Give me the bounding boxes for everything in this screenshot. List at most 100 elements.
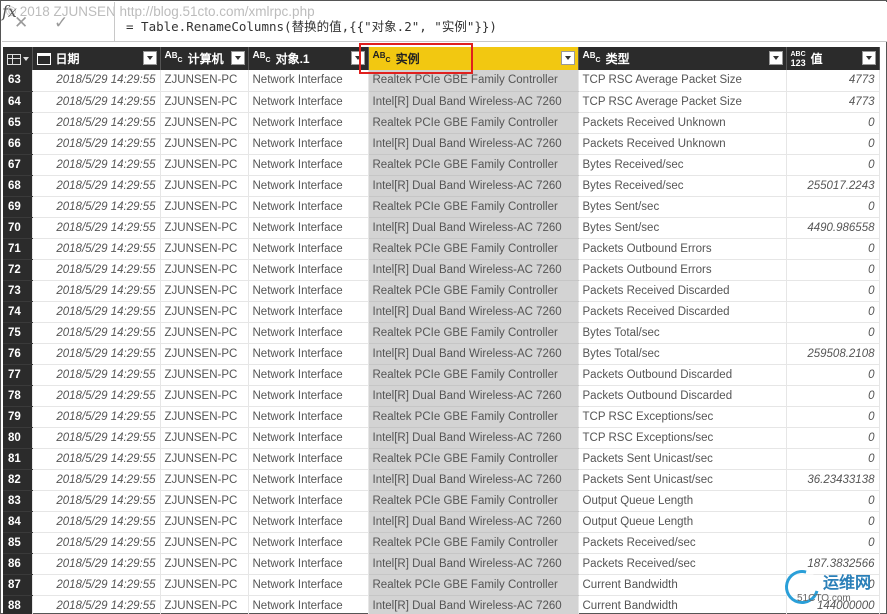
table-row[interactable]: 86 2018/5/29 14:29:55 ZJUNSEN-PC Network In… — [3, 553, 880, 575]
calendar-clock-icon[interactable] — [36, 52, 51, 65]
cell-obj[interactable]: Network Interface — [248, 133, 369, 155]
cell-pc[interactable]: ZJUNSEN-PC — [160, 553, 249, 575]
table-row[interactable]: 73 2018/5/29 14:29:55 ZJUNSEN-PC Network In… — [3, 280, 880, 302]
cell-date[interactable]: 2018/5/29 14:29:55 — [32, 427, 161, 449]
cell-val[interactable]: 0 — [786, 238, 880, 260]
table-row[interactable]: 69 2018/5/29 14:29:55 ZJUNSEN-PC Network In… — [3, 196, 880, 218]
cell-val[interactable]: 4490.986558 — [786, 217, 880, 239]
cell-inst[interactable]: Intel[R] Dual Band Wireless-AC 7260 — [368, 301, 579, 323]
cell-date[interactable]: 2018/5/29 14:29:55 — [32, 343, 161, 365]
cell-date[interactable]: 2018/5/29 14:29:55 — [32, 154, 161, 176]
cell-type[interactable]: Output Queue Length — [578, 490, 787, 512]
row-number[interactable]: 81 — [3, 448, 33, 470]
cell-type[interactable]: Bytes Sent/sec — [578, 217, 787, 239]
row-number[interactable]: 73 — [3, 280, 33, 302]
row-number[interactable]: 76 — [3, 343, 33, 365]
cell-date[interactable]: 2018/5/29 14:29:55 — [32, 70, 161, 92]
row-number[interactable]: 82 — [3, 469, 33, 491]
row-number[interactable]: 68 — [3, 175, 33, 197]
table-row[interactable]: 63 2018/5/29 14:29:55 ZJUNSEN-PC Network In… — [3, 70, 880, 92]
cell-type[interactable]: TCP RSC Average Packet Size — [578, 70, 787, 92]
cell-type[interactable]: Packets Outbound Discarded — [578, 385, 787, 407]
cell-val[interactable]: 4773 — [786, 91, 880, 113]
cell-obj[interactable]: Network Interface — [248, 553, 369, 575]
row-number[interactable]: 67 — [3, 154, 33, 176]
cell-obj[interactable]: Network Interface — [248, 259, 369, 281]
cell-val[interactable]: 0 — [786, 406, 880, 428]
cell-pc[interactable]: ZJUNSEN-PC — [160, 196, 249, 218]
cell-type[interactable]: Bytes Total/sec — [578, 322, 787, 344]
cell-inst[interactable]: Intel[R] Dual Band Wireless-AC 7260 — [368, 427, 579, 449]
cell-obj[interactable]: Network Interface — [248, 448, 369, 470]
cell-inst[interactable]: Intel[R] Dual Band Wireless-AC 7260 — [368, 217, 579, 239]
row-number[interactable]: 66 — [3, 133, 33, 155]
cell-pc[interactable]: ZJUNSEN-PC — [160, 259, 249, 281]
filter-dropdown-icon[interactable] — [768, 51, 783, 65]
table-row[interactable]: 80 2018/5/29 14:29:55 ZJUNSEN-PC Network In… — [3, 427, 880, 449]
cell-inst[interactable]: Intel[R] Dual Band Wireless-AC 7260 — [368, 133, 579, 155]
cell-type[interactable]: Packets Received Discarded — [578, 301, 787, 323]
cell-date[interactable]: 2018/5/29 14:29:55 — [32, 364, 161, 386]
column-header-1[interactable]: 日期 — [32, 47, 161, 70]
column-header-4[interactable]: ABC 实例 — [368, 47, 579, 70]
cell-date[interactable]: 2018/5/29 14:29:55 — [32, 490, 161, 512]
row-number[interactable]: 63 — [3, 70, 33, 92]
table-row[interactable]: 70 2018/5/29 14:29:55 ZJUNSEN-PC Network In… — [3, 217, 880, 239]
table-row[interactable]: 75 2018/5/29 14:29:55 ZJUNSEN-PC Network In… — [3, 322, 880, 344]
cell-pc[interactable]: ZJUNSEN-PC — [160, 532, 249, 554]
cell-type[interactable]: Packets Received Unknown — [578, 112, 787, 134]
cell-inst[interactable]: Realtek PCIe GBE Family Controller — [368, 406, 579, 428]
cell-pc[interactable]: ZJUNSEN-PC — [160, 280, 249, 302]
cell-type[interactable]: TCP RSC Average Packet Size — [578, 91, 787, 113]
cell-inst[interactable]: Realtek PCIe GBE Family Controller — [368, 490, 579, 512]
cell-val[interactable]: 0 — [786, 280, 880, 302]
cell-pc[interactable]: ZJUNSEN-PC — [160, 301, 249, 323]
cell-val[interactable]: 0 — [786, 385, 880, 407]
cell-inst[interactable]: Realtek PCIe GBE Family Controller — [368, 364, 579, 386]
row-number[interactable]: 69 — [3, 196, 33, 218]
cell-type[interactable]: Packets Received Unknown — [578, 133, 787, 155]
cell-pc[interactable]: ZJUNSEN-PC — [160, 217, 249, 239]
cell-pc[interactable]: ZJUNSEN-PC — [160, 511, 249, 533]
cell-obj[interactable]: Network Interface — [248, 238, 369, 260]
cell-val[interactable]: 0 — [786, 427, 880, 449]
cell-date[interactable]: 2018/5/29 14:29:55 — [32, 511, 161, 533]
table-row[interactable]: 84 2018/5/29 14:29:55 ZJUNSEN-PC Network In… — [3, 511, 880, 533]
table-row[interactable]: 81 2018/5/29 14:29:55 ZJUNSEN-PC Network In… — [3, 448, 880, 470]
table-row[interactable]: 82 2018/5/29 14:29:55 ZJUNSEN-PC Network In… — [3, 469, 880, 491]
table-row[interactable]: 85 2018/5/29 14:29:55 ZJUNSEN-PC Network In… — [3, 532, 880, 554]
cell-obj[interactable]: Network Interface — [248, 154, 369, 176]
filter-dropdown-icon[interactable] — [230, 51, 245, 65]
cell-val[interactable]: 0 — [786, 112, 880, 134]
cell-date[interactable]: 2018/5/29 14:29:55 — [32, 322, 161, 344]
cell-date[interactable]: 2018/5/29 14:29:55 — [32, 175, 161, 197]
cell-type[interactable]: TCP RSC Exceptions/sec — [578, 427, 787, 449]
cell-obj[interactable]: Network Interface — [248, 343, 369, 365]
cell-date[interactable]: 2018/5/29 14:29:55 — [32, 196, 161, 218]
row-number[interactable]: 77 — [3, 364, 33, 386]
cell-obj[interactable]: Network Interface — [248, 490, 369, 512]
cell-obj[interactable]: Network Interface — [248, 427, 369, 449]
cell-obj[interactable]: Network Interface — [248, 322, 369, 344]
cell-type[interactable]: Packets Sent Unicast/sec — [578, 448, 787, 470]
cell-pc[interactable]: ZJUNSEN-PC — [160, 595, 249, 614]
cell-obj[interactable]: Network Interface — [248, 385, 369, 407]
cell-date[interactable]: 2018/5/29 14:29:55 — [32, 259, 161, 281]
cell-val[interactable]: 0 — [786, 490, 880, 512]
cell-obj[interactable]: Network Interface — [248, 91, 369, 113]
table-row[interactable]: 78 2018/5/29 14:29:55 ZJUNSEN-PC Network In… — [3, 385, 880, 407]
cell-pc[interactable]: ZJUNSEN-PC — [160, 343, 249, 365]
cell-pc[interactable]: ZJUNSEN-PC — [160, 448, 249, 470]
cell-pc[interactable]: ZJUNSEN-PC — [160, 70, 249, 92]
cell-type[interactable]: Packets Received/sec — [578, 532, 787, 554]
cell-obj[interactable]: Network Interface — [248, 70, 369, 92]
row-number[interactable]: 85 — [3, 532, 33, 554]
table-row[interactable]: 64 2018/5/29 14:29:55 ZJUNSEN-PC Network In… — [3, 91, 880, 113]
cell-pc[interactable]: ZJUNSEN-PC — [160, 238, 249, 260]
cell-type[interactable]: Bytes Sent/sec — [578, 196, 787, 218]
cell-inst[interactable]: Intel[R] Dual Band Wireless-AC 7260 — [368, 175, 579, 197]
text-type-icon[interactable]: ABC — [373, 51, 391, 65]
cell-date[interactable]: 2018/5/29 14:29:55 — [32, 406, 161, 428]
cell-val[interactable]: 0 — [786, 154, 880, 176]
cell-inst[interactable]: Realtek PCIe GBE Family Controller — [368, 532, 579, 554]
